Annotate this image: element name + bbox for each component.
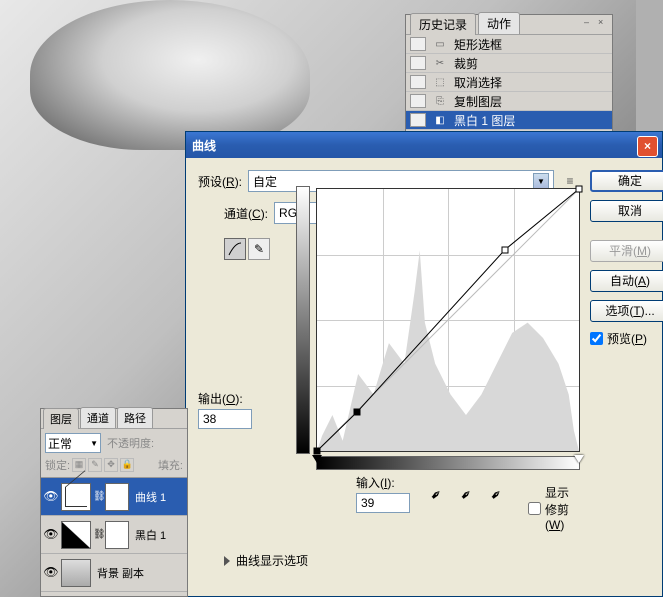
curve-point[interactable] bbox=[354, 408, 361, 415]
fill-label: 填充: bbox=[158, 457, 183, 473]
eyedropper-white-icon[interactable]: ✒ bbox=[486, 480, 511, 505]
layer-mask[interactable] bbox=[105, 483, 129, 511]
curve-display-options-toggle[interactable]: 曲线显示选项 bbox=[224, 552, 580, 569]
lock-all-icon[interactable]: 🔒 bbox=[120, 458, 134, 472]
layer-row[interactable]: 👁 背景 副本 bbox=[41, 554, 187, 592]
visibility-icon[interactable]: 👁 bbox=[43, 527, 59, 543]
visibility-icon[interactable]: 👁 bbox=[43, 565, 59, 581]
tab-layers[interactable]: 图层 bbox=[43, 408, 79, 429]
smooth-button: 平滑(M) bbox=[590, 240, 663, 262]
panel-minimize-icon[interactable]: – bbox=[584, 17, 594, 27]
layer-thumb-bw[interactable] bbox=[61, 521, 91, 549]
history-item[interactable]: ⎘复制图层 bbox=[406, 92, 612, 111]
history-panel: 历史记录 动作 – × ▭矩形选框 ✂裁剪 ⬚取消选择 ⎘复制图层 ◧黑白 1 … bbox=[405, 14, 613, 133]
bw-layer-icon: ◧ bbox=[432, 113, 448, 127]
auto-button[interactable]: 自动(A) bbox=[590, 270, 663, 292]
curve-point[interactable] bbox=[576, 186, 583, 193]
visibility-icon[interactable]: 👁 bbox=[43, 489, 59, 505]
blend-mode-select[interactable]: 正常▼ bbox=[45, 433, 101, 453]
options-button[interactable]: 选项(T)... bbox=[590, 300, 663, 322]
white-point-slider[interactable] bbox=[574, 455, 584, 463]
close-icon[interactable]: × bbox=[637, 136, 658, 157]
curve-tool-point[interactable] bbox=[224, 238, 246, 260]
tab-history[interactable]: 历史记录 bbox=[410, 13, 476, 35]
lock-label: 锁定: bbox=[45, 457, 70, 473]
link-icon[interactable]: ⛓ bbox=[93, 529, 103, 540]
curves-dialog: 曲线 × 预设(R): 自定 ▼ ≡ 通道(C): RGB ▼ bbox=[185, 131, 663, 597]
output-label: 输出(O): bbox=[198, 390, 256, 407]
layer-row[interactable]: 👁 ⛓ 黑白 1 bbox=[41, 516, 187, 554]
dialog-title: 曲线 bbox=[192, 137, 216, 154]
cancel-button[interactable]: 取消 bbox=[590, 200, 663, 222]
history-item[interactable]: ✂裁剪 bbox=[406, 54, 612, 73]
marquee-icon: ▭ bbox=[432, 37, 448, 51]
tab-actions[interactable]: 动作 bbox=[478, 12, 520, 34]
eyedropper-gray-icon[interactable]: ✒ bbox=[456, 480, 481, 505]
tab-paths[interactable]: 路径 bbox=[117, 407, 153, 428]
deselect-icon: ⬚ bbox=[432, 75, 448, 89]
eyedropper-black-icon[interactable]: ✒ bbox=[426, 480, 451, 505]
history-item[interactable]: ⬚取消选择 bbox=[406, 73, 612, 92]
layer-name: 黑白 1 bbox=[135, 527, 166, 543]
opacity-label: 不透明度: bbox=[107, 435, 154, 451]
input-gradient[interactable] bbox=[316, 456, 580, 470]
curve-point[interactable] bbox=[314, 448, 321, 455]
layer-thumb-curves[interactable] bbox=[61, 483, 91, 511]
layer-name: 背景 副本 bbox=[97, 565, 144, 581]
layer-row[interactable]: 👁 ⛓ 曲线 1 bbox=[41, 478, 187, 516]
layer-thumb-photo[interactable] bbox=[61, 559, 91, 587]
tab-channels[interactable]: 通道 bbox=[80, 407, 116, 428]
copy-layer-icon: ⎘ bbox=[432, 94, 448, 108]
curve-tool-pencil[interactable]: ✎ bbox=[248, 238, 270, 260]
layer-mask[interactable] bbox=[105, 521, 129, 549]
link-icon[interactable]: ⛓ bbox=[93, 491, 103, 502]
output-field[interactable] bbox=[198, 409, 252, 429]
output-gradient bbox=[296, 186, 310, 454]
curve-point[interactable] bbox=[502, 246, 509, 253]
lock-move-icon[interactable]: ✥ bbox=[104, 458, 118, 472]
chevron-right-icon bbox=[224, 556, 230, 566]
dialog-titlebar[interactable]: 曲线 × bbox=[186, 132, 662, 158]
curve-graph[interactable] bbox=[316, 188, 580, 452]
history-item[interactable]: ◧黑白 1 图层 bbox=[406, 111, 612, 130]
show-clipping-checkbox[interactable]: 显示修剪(W) bbox=[528, 484, 580, 532]
lock-paint-icon[interactable]: ✎ bbox=[88, 458, 102, 472]
crop-icon: ✂ bbox=[432, 56, 448, 70]
history-item[interactable]: ▭矩形选框 bbox=[406, 35, 612, 54]
ok-button[interactable]: 确定 bbox=[590, 170, 663, 192]
panel-close-icon[interactable]: × bbox=[598, 17, 608, 27]
preview-checkbox[interactable]: 预览(P) bbox=[590, 330, 663, 347]
layer-name: 曲线 1 bbox=[135, 489, 166, 505]
input-field[interactable] bbox=[356, 493, 410, 513]
black-point-slider[interactable] bbox=[312, 455, 322, 463]
input-label: 输入(I): bbox=[356, 474, 410, 491]
channel-label: 通道(C): bbox=[224, 205, 268, 222]
layers-panel: 图层 通道 路径 正常▼ 不透明度: 锁定: ▦ ✎ ✥ 🔒 填充: 👁 ⛓ 曲… bbox=[40, 408, 188, 597]
preset-label: 预设(R): bbox=[198, 173, 242, 190]
